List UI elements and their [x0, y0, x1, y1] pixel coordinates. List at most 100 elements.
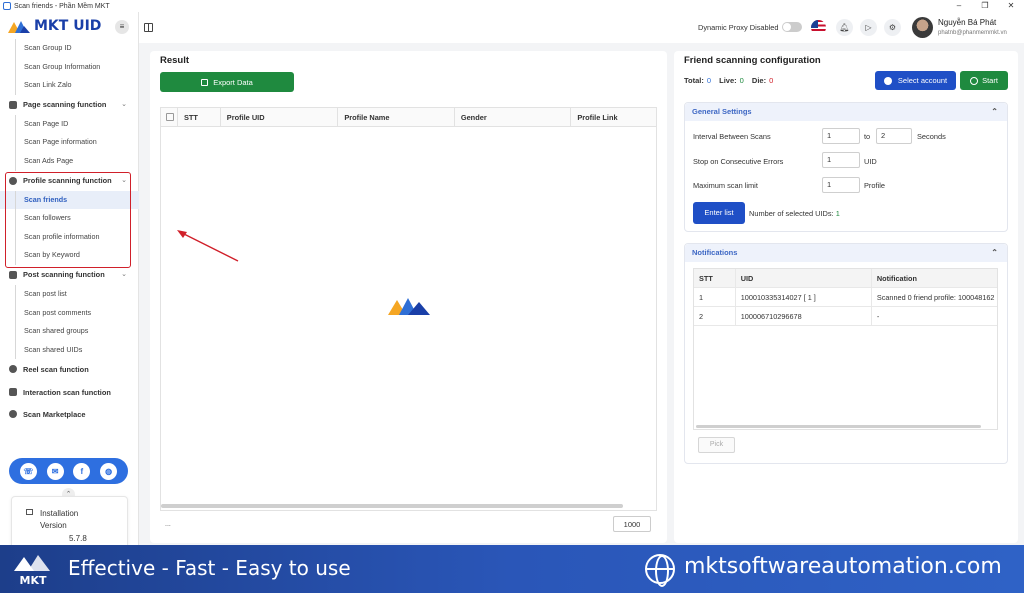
loading-logo-icon: [388, 298, 430, 315]
minimize-button[interactable]: –: [946, 0, 972, 12]
chevron-down-icon: ⌄: [121, 176, 127, 184]
sidebar-item-scan-ads-page[interactable]: Scan Ads Page: [0, 151, 139, 171]
general-settings-title: General Settings: [692, 107, 752, 116]
avatar[interactable]: [912, 17, 933, 38]
layout-toggle-icon[interactable]: [144, 23, 153, 32]
sidebar-group-page-scanning-function[interactable]: Page scanning function ⌄: [0, 95, 139, 115]
row-stt: 2: [694, 307, 736, 325]
table-row[interactable]: 2 100006710296678 -: [694, 307, 997, 326]
sidebar-group-interaction-scan-function[interactable]: Interaction scan function: [0, 382, 139, 405]
messenger-icon[interactable]: ✉: [46, 462, 64, 480]
sidebar-item-scan-group-information[interactable]: Scan Group Information: [0, 57, 139, 77]
globe-icon[interactable]: ◍: [100, 462, 118, 480]
start-label: Start: [982, 76, 998, 85]
sidebar-item-scan-post-list[interactable]: Scan post list: [0, 284, 139, 304]
horizontal-scrollbar[interactable]: [696, 425, 981, 428]
sidebar-group-reel-scan-function[interactable]: Reel scan function: [0, 359, 139, 382]
column-header-uid[interactable]: UID: [736, 269, 872, 287]
top-bar: Dynamic Proxy Disabled 🔔︎ ▷ ⚙ Nguyễn Bá …: [139, 12, 1024, 43]
column-header-stt[interactable]: STT: [694, 269, 736, 287]
sidebar-group-label: Scan Marketplace: [23, 410, 86, 420]
live-count: 0: [739, 76, 744, 85]
support-icon[interactable]: ☏: [19, 462, 37, 480]
export-data-button[interactable]: Export Data: [160, 72, 294, 92]
sidebar: MKT UID ≡ Scan Group ID Scan Group Inform…: [0, 12, 139, 556]
banner-website[interactable]: mktsoftwareautomation.com: [684, 554, 1002, 579]
sidebar-group-profile-scanning-function[interactable]: Profile scanning function ⌄: [0, 171, 139, 191]
consecutive-errors-input[interactable]: 1: [822, 152, 860, 168]
chevron-up-icon[interactable]: ⌃: [991, 244, 998, 262]
dynamic-proxy-label: Dynamic Proxy Disabled: [698, 23, 779, 32]
sidebar-item-scan-friends[interactable]: Scan friends: [0, 190, 139, 210]
live-label: Live:: [719, 76, 737, 85]
chevron-down-icon: ⌄: [121, 100, 127, 108]
notifications-header[interactable]: Notifications ⌃: [685, 244, 1007, 262]
scan-limit-unit: Profile: [864, 181, 885, 190]
interval-to-input[interactable]: 2: [876, 128, 912, 144]
sidebar-group-label: Post scanning function: [23, 269, 105, 279]
sidebar-item-scan-shared-groups[interactable]: Scan shared groups: [0, 322, 139, 341]
interval-label: Interval Between Scans: [693, 132, 771, 141]
sidebar-item-scan-page-information[interactable]: Scan Page information: [0, 133, 139, 152]
language-flag-icon[interactable]: [811, 20, 826, 35]
table-row[interactable]: 1 100010335314027 [ 1 ] Scanned 0 friend…: [694, 288, 997, 307]
row-notification: -: [876, 312, 880, 321]
reel-scan-function-icon: [9, 365, 17, 374]
row-uid: 100006710296678: [736, 307, 872, 325]
config-title: Friend scanning configuration: [684, 55, 821, 66]
sidebar-group-label: Profile scanning function: [23, 175, 112, 185]
play-icon[interactable]: ▷: [860, 19, 877, 36]
chevron-up-icon[interactable]: ⌃: [991, 103, 998, 121]
horizontal-scrollbar[interactable]: [161, 504, 623, 508]
menu-toggle-button[interactable]: ≡: [115, 20, 129, 34]
sidebar-item-scan-link-zalo[interactable]: Scan Link Zalo: [0, 76, 139, 95]
page-scanning-function-icon: [9, 100, 17, 109]
enter-list-button[interactable]: Enter list: [693, 202, 745, 224]
select-account-button[interactable]: Select account: [875, 71, 956, 90]
column-header-profile-name[interactable]: Profile Name: [338, 108, 455, 126]
close-button[interactable]: ✕: [998, 0, 1024, 12]
export-icon: [201, 78, 209, 86]
column-header-profile-uid[interactable]: Profile UID: [221, 108, 339, 126]
die-count: 0: [769, 76, 774, 85]
column-header-notification[interactable]: Notification: [872, 269, 997, 287]
column-header-profile-link[interactable]: Profile Link: [571, 108, 656, 126]
select-account-label: Select account: [897, 76, 948, 85]
gear-icon[interactable]: ⚙: [884, 19, 901, 36]
dynamic-proxy-toggle[interactable]: [782, 22, 802, 32]
select-all-checkbox[interactable]: [161, 108, 178, 126]
sidebar-item-scan-shared-uids[interactable]: Scan shared UIDs: [0, 340, 139, 360]
sidebar-item-scan-profile-information[interactable]: Scan profile information: [0, 227, 139, 247]
installation-version: 5.7.8: [69, 534, 87, 543]
monitor-icon: [26, 509, 33, 515]
annotation-arrow-icon: [177, 230, 239, 262]
sidebar-group-label: Interaction scan function: [23, 387, 111, 397]
sidebar-group-scan-marketplace[interactable]: Scan Marketplace: [0, 404, 139, 427]
window-titlebar: Scan friends - Phần Mềm MKT – ❐ ✕: [0, 0, 1024, 12]
column-header-stt[interactable]: STT: [178, 108, 221, 126]
sidebar-item-scan-followers[interactable]: Scan followers: [0, 209, 139, 228]
general-settings-header[interactable]: General Settings ⌃: [685, 103, 1007, 121]
sidebar-item-scan-by-keyword[interactable]: Scan by Keyword: [0, 246, 139, 265]
sidebar-item-scan-page-id[interactable]: Scan Page ID: [0, 114, 139, 134]
notifications-table: STT UID Notification 1 100010335314027 […: [693, 268, 998, 430]
user-name: Nguyễn Bá Phát: [938, 18, 997, 27]
brand-logo[interactable]: MKT UID: [8, 18, 101, 34]
bell-icon[interactable]: 🔔︎: [836, 19, 853, 36]
page-size-input[interactable]: 1000: [613, 516, 651, 532]
maximize-button[interactable]: ❐: [972, 0, 998, 12]
sidebar-item-scan-group-id[interactable]: Scan Group ID: [0, 39, 139, 58]
interval-to-label: to: [864, 132, 871, 141]
column-header-gender[interactable]: Gender: [455, 108, 572, 126]
facebook-icon[interactable]: f: [73, 462, 91, 480]
sidebar-group-post-scanning-function[interactable]: Post scanning function ⌄: [0, 265, 139, 285]
scan-limit-input[interactable]: 1: [822, 177, 860, 193]
notifications-title: Notifications: [692, 248, 738, 257]
sidebar-item-scan-post-comments[interactable]: Scan post comments: [0, 303, 139, 323]
window-title: Scan friends - Phần Mềm MKT: [14, 2, 110, 10]
interval-from-input[interactable]: 1: [822, 128, 860, 144]
pick-button[interactable]: Pick: [698, 437, 735, 453]
scan-limit-label: Maximum scan limit: [693, 181, 758, 190]
die-label: Die:: [751, 76, 767, 85]
start-button[interactable]: Start: [960, 71, 1008, 90]
